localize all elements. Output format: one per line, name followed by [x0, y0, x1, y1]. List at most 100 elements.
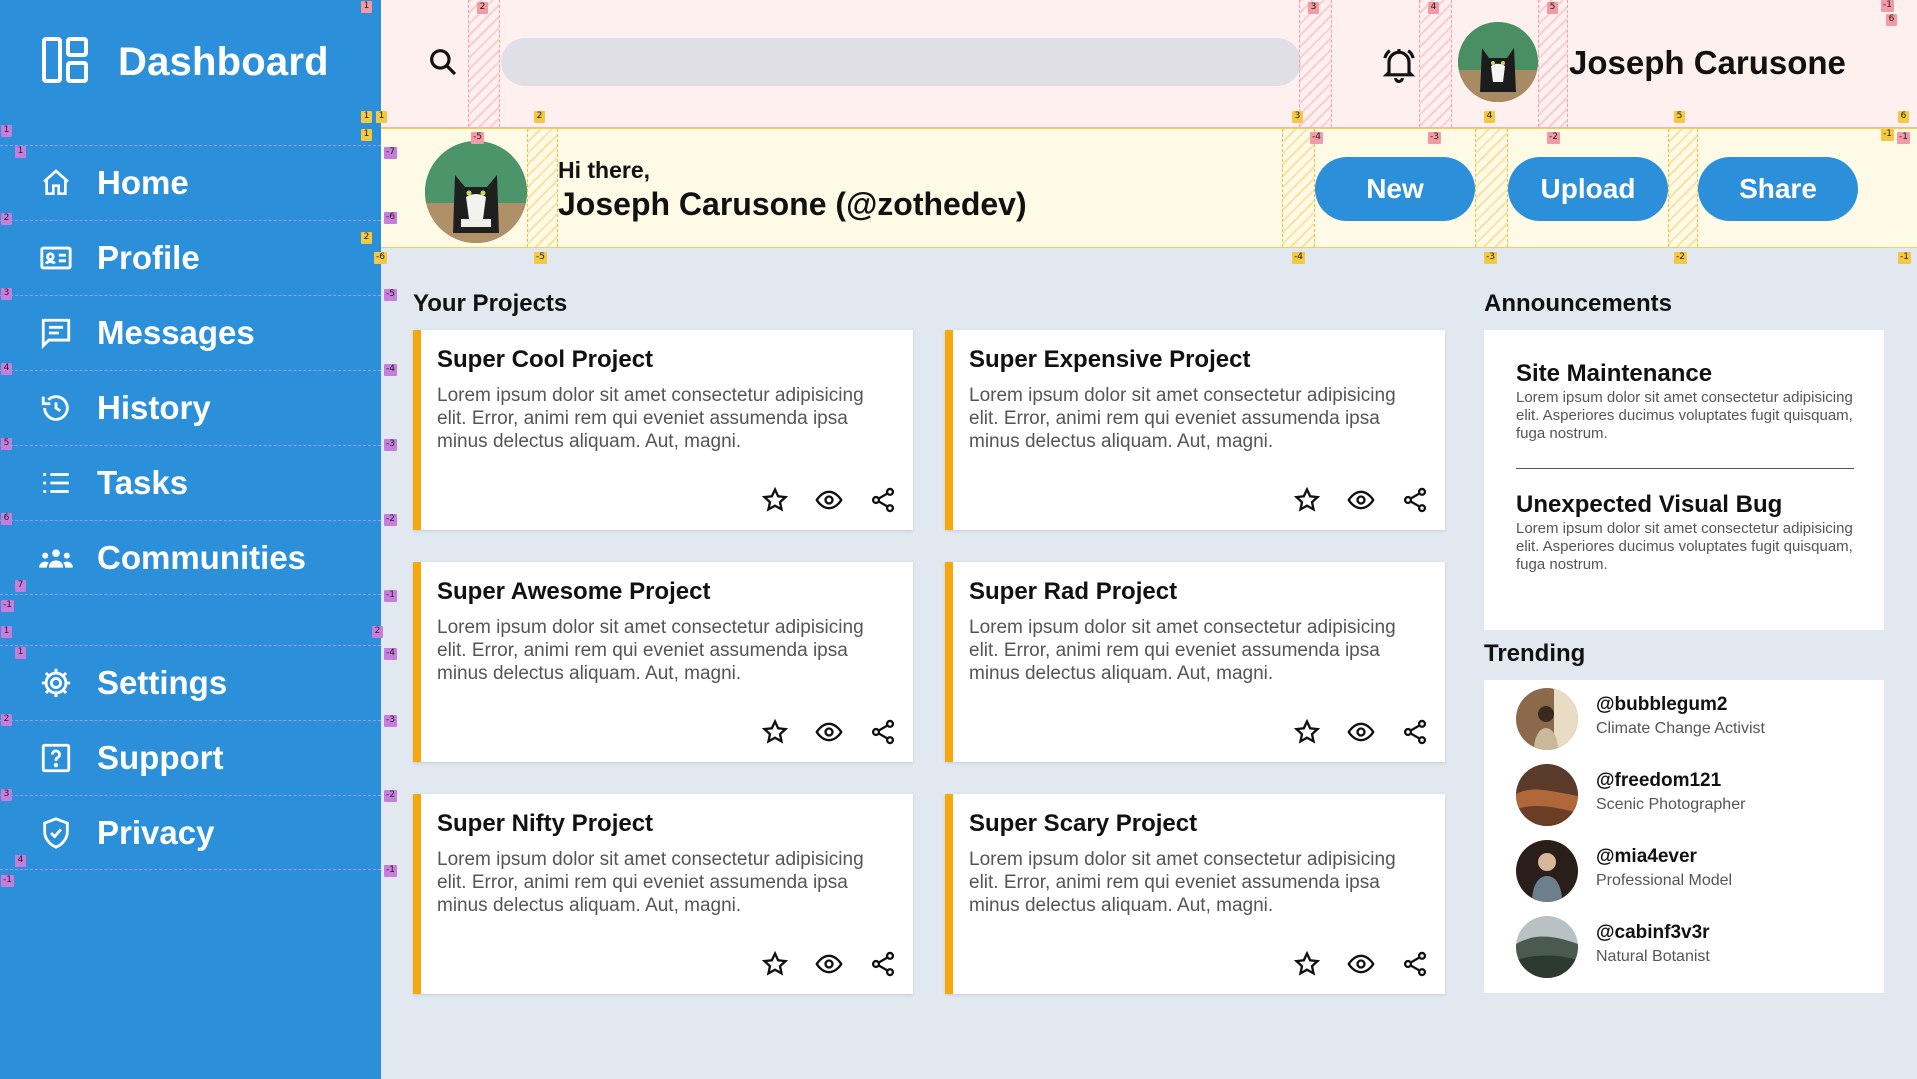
project-title: Super Cool Project [437, 346, 654, 373]
debug-badge: 1 [361, 129, 372, 141]
debug-badge: -4 [384, 364, 397, 376]
debug-badge: -4 [1292, 252, 1305, 264]
top-bar: Joseph Carusone 1 2 3 4 5 -1 6 [361, 0, 1917, 128]
trending-user[interactable]: @cabinf3v3r Natural Botanist [1516, 916, 1876, 980]
debug-badge: -7 [384, 147, 397, 159]
trending-handle: @freedom121 [1596, 770, 1722, 791]
project-card[interactable]: Super Awesome Project Lorem ipsum dolor … [413, 562, 913, 762]
share-button[interactable]: Share [1698, 157, 1858, 221]
sidebar-item-tasks[interactable]: Tasks [0, 445, 381, 520]
trending-user[interactable]: @freedom121 Scenic Photographer [1516, 764, 1876, 828]
star-icon[interactable] [1293, 718, 1321, 746]
share-icon[interactable] [869, 718, 897, 746]
share-icon[interactable] [1401, 950, 1429, 978]
debug-badge: 7 [15, 580, 26, 592]
debug-badge: 3 [1292, 111, 1303, 123]
debug-badge: -4 [1310, 132, 1323, 144]
debug-badge: 1 [1, 125, 12, 137]
announcements-panel: Site Maintenance Lorem ipsum dolor sit a… [1484, 330, 1884, 630]
project-description: Lorem ipsum dolor sit amet consectetur a… [437, 849, 864, 916]
debug-badge: 6 [1886, 14, 1897, 26]
announcements-title: Announcements [1484, 290, 1673, 317]
eye-icon[interactable] [815, 718, 843, 746]
share-icon[interactable] [1401, 486, 1429, 514]
debug-badge: 2 [372, 626, 383, 638]
project-card[interactable]: Super Expensive Project Lorem ipsum dolo… [945, 330, 1445, 530]
project-title: Super Rad Project [969, 578, 1178, 605]
sidebar-item-label: Privacy [97, 813, 215, 851]
sidebar-item-support[interactable]: Support [0, 720, 381, 795]
eye-icon[interactable] [815, 950, 843, 978]
upload-button[interactable]: Upload [1508, 157, 1668, 221]
spacing-overlay [1299, 0, 1332, 127]
debug-badge: -2 [384, 514, 397, 526]
project-description: Lorem ipsum dolor sit amet consectetur a… [437, 385, 864, 452]
star-icon[interactable] [1293, 486, 1321, 514]
sidebar-item-messages[interactable]: Messages [0, 295, 381, 370]
project-actions [1293, 486, 1429, 514]
share-icon[interactable] [869, 950, 897, 978]
sidebar-item-label: Support [97, 739, 224, 776]
sidebar-item-communities[interactable]: Communities [0, 520, 381, 595]
spacing-overlay [1475, 129, 1508, 247]
trending-role: Scenic Photographer [1596, 796, 1746, 813]
trending-user[interactable]: @bubblegum2 Climate Change Activist [1516, 688, 1876, 752]
star-icon[interactable] [761, 718, 789, 746]
debug-badge: -2 [1547, 132, 1560, 144]
project-card[interactable]: Super Scary Project Lorem ipsum dolor si… [945, 794, 1445, 994]
search-icon[interactable] [427, 46, 459, 78]
debug-badge: 2 [361, 232, 372, 244]
avatar[interactable] [425, 141, 527, 243]
trending-handle: @mia4ever [1596, 846, 1697, 867]
message-icon [38, 315, 74, 351]
debug-badge: 1 [361, 111, 372, 123]
new-button[interactable]: New [1315, 157, 1475, 221]
debug-badge: 5 [1547, 2, 1558, 14]
avatar[interactable] [1458, 22, 1538, 102]
spacing-overlay [1538, 0, 1568, 127]
avatar [1516, 764, 1578, 826]
project-card[interactable]: Super Rad Project Lorem ipsum dolor sit … [945, 562, 1445, 762]
project-title: Super Nifty Project [437, 810, 654, 837]
project-title: Super Awesome Project [437, 578, 711, 605]
debug-badge: -4 [384, 648, 397, 660]
shield-icon [38, 815, 74, 851]
share-icon[interactable] [869, 486, 897, 514]
sidebar-item-label: Profile [97, 239, 200, 276]
id-card-icon [38, 240, 74, 276]
share-icon[interactable] [1401, 718, 1429, 746]
eye-icon[interactable] [1347, 718, 1375, 746]
people-icon [38, 540, 74, 576]
trending-user[interactable]: @mia4ever Professional Model [1516, 840, 1876, 904]
project-actions [1293, 718, 1429, 746]
eye-icon[interactable] [1347, 950, 1375, 978]
debug-badge: -1 [1897, 132, 1910, 144]
debug-badge: 2 [1, 714, 12, 726]
sidebar-item-history[interactable]: History [0, 370, 381, 445]
star-icon[interactable] [1293, 950, 1321, 978]
eye-icon[interactable] [815, 486, 843, 514]
debug-badge: 6 [1898, 111, 1909, 123]
star-icon[interactable] [761, 950, 789, 978]
debug-badge: 2 [534, 111, 545, 123]
eye-icon[interactable] [1347, 486, 1375, 514]
bell-icon[interactable] [1379, 44, 1419, 84]
sidebar-nav: Home Profile Messages History Tasks Comm… [0, 145, 381, 595]
star-icon[interactable] [761, 486, 789, 514]
sidebar-item-settings[interactable]: Settings [0, 645, 381, 720]
sidebar-item-label: Communities [97, 538, 307, 576]
sidebar-item-profile[interactable]: Profile [0, 220, 381, 295]
project-card[interactable]: Super Nifty Project Lorem ipsum dolor si… [413, 794, 913, 994]
username[interactable]: Joseph Carusone [1569, 44, 1846, 82]
search-input[interactable] [501, 38, 1301, 86]
sidebar-item-home[interactable]: Home [0, 145, 381, 220]
project-card[interactable]: Super Cool Project Lorem ipsum dolor sit… [413, 330, 913, 530]
debug-badge: 3 [1308, 2, 1319, 14]
announcement-title[interactable]: Site Maintenance [1516, 360, 1712, 388]
brand[interactable]: Dashboard [42, 36, 329, 88]
debug-badge: -3 [384, 439, 397, 451]
sidebar-item-privacy[interactable]: Privacy [0, 795, 381, 870]
sidebar-item-label: Tasks [97, 464, 189, 501]
announcement-title[interactable]: Unexpected Visual Bug [1516, 491, 1782, 519]
debug-badge: -3 [1484, 252, 1497, 264]
